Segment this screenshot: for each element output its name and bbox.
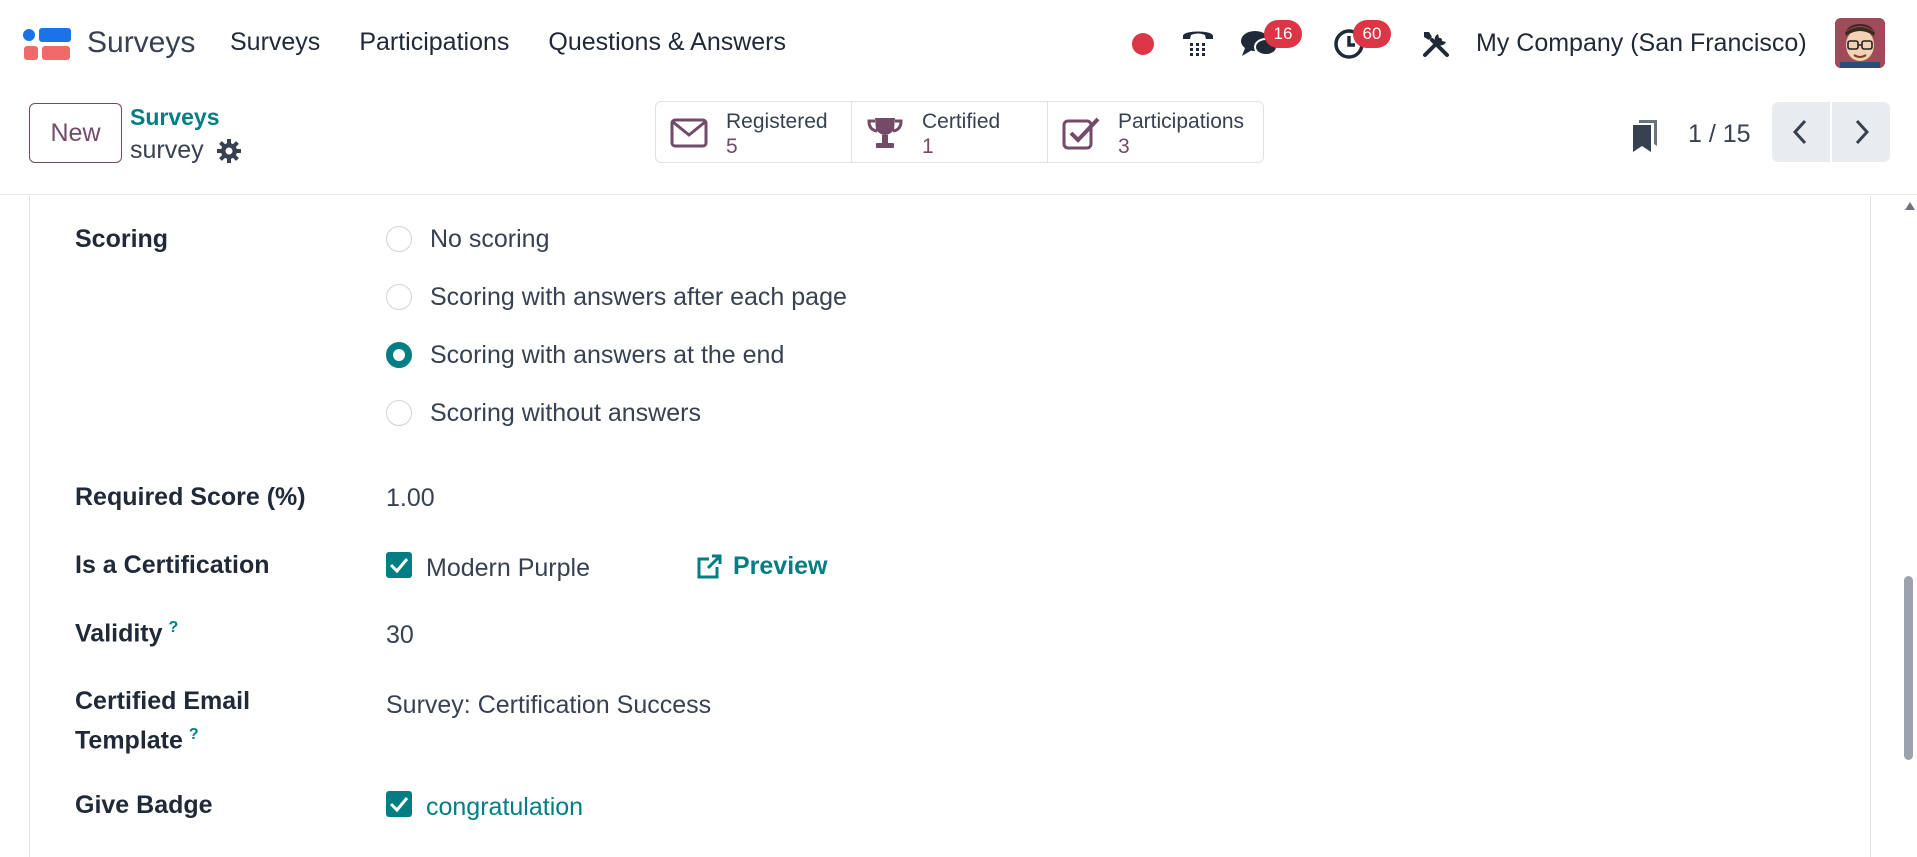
check-square-icon xyxy=(1062,116,1100,150)
bookmark-icon[interactable] xyxy=(1630,118,1660,154)
radio-button-selected[interactable] xyxy=(386,342,412,368)
registered-stat-button[interactable]: Registered 5 xyxy=(656,102,852,162)
company-switcher[interactable]: My Company (San Francisco) xyxy=(1476,29,1807,58)
menu-questions-answers[interactable]: Questions & Answers xyxy=(548,28,786,57)
menu-surveys[interactable]: Surveys xyxy=(230,28,320,57)
control-panel: New Surveys survey Registered 5 Certifie… xyxy=(0,88,1917,195)
settings-tools-icon[interactable] xyxy=(1420,28,1452,60)
top-navbar: Surveys Surveys Participations Questions… xyxy=(0,0,1917,88)
envelope-icon xyxy=(670,116,708,150)
validity-help-tooltip[interactable]: ? xyxy=(169,619,179,636)
scroll-up-arrow-icon[interactable] xyxy=(1905,202,1915,210)
radio-scoring-without-answers[interactable]: Scoring without answers xyxy=(386,398,701,428)
messages-count-badge: 16 xyxy=(1264,20,1302,48)
chevron-right-icon xyxy=(1855,119,1870,145)
gear-icon[interactable] xyxy=(216,138,242,164)
certification-template-field[interactable]: Modern Purple xyxy=(426,554,590,583)
required-score-label: Required Score (%) xyxy=(75,483,306,511)
menu-participations[interactable]: Participations xyxy=(359,28,509,57)
badge-field-link[interactable]: congratulation xyxy=(426,793,583,822)
certified-stat-button[interactable]: Certified 1 xyxy=(852,102,1048,162)
radio-scoring-at-the-end[interactable]: Scoring with answers at the end xyxy=(386,340,784,370)
app-logo-icon[interactable] xyxy=(22,26,74,62)
give-badge-label: Give Badge xyxy=(75,791,213,819)
certified-count: 1 xyxy=(922,135,934,158)
radio-label: Scoring with answers at the end xyxy=(430,340,785,369)
certification-checkbox[interactable] xyxy=(386,552,412,578)
trophy-icon xyxy=(866,116,904,150)
new-button[interactable]: New xyxy=(29,103,122,163)
certified-email-template-field[interactable]: Survey: Certification Success xyxy=(386,691,711,720)
registered-count: 5 xyxy=(726,135,738,158)
certified-label: Certified xyxy=(922,110,1001,133)
certified-email-label-line1: Certified Email xyxy=(75,687,251,715)
checkmark-icon xyxy=(389,797,409,813)
participations-label: Participations xyxy=(1118,110,1245,133)
radio-scoring-after-each-page[interactable]: Scoring with answers after each page xyxy=(386,282,847,312)
radio-label: Scoring without answers xyxy=(430,398,701,427)
radio-label: No scoring xyxy=(430,224,550,253)
certified-email-help-tooltip[interactable]: ? xyxy=(189,726,199,743)
radio-button[interactable] xyxy=(386,284,412,310)
pager-next-button[interactable] xyxy=(1832,102,1890,162)
certification-label: Is a Certification xyxy=(75,551,270,579)
required-score-field[interactable]: 1.00 xyxy=(386,484,435,513)
scoring-label: Scoring xyxy=(75,225,169,253)
phone-icon[interactable] xyxy=(1180,24,1216,60)
activities-count-badge: 60 xyxy=(1353,20,1391,48)
participations-stat-button[interactable]: Participations 3 xyxy=(1048,102,1263,162)
certified-email-label-text: Template xyxy=(75,726,183,755)
main-menu: Surveys Participations Questions & Answe… xyxy=(230,28,825,57)
registered-label: Registered xyxy=(726,110,828,133)
pager-previous-button[interactable] xyxy=(1772,102,1830,162)
radio-no-scoring[interactable]: No scoring xyxy=(386,224,550,254)
validity-label: Validity? xyxy=(75,619,178,648)
scrollbar-thumb[interactable] xyxy=(1904,576,1913,760)
checkmark-icon xyxy=(389,558,409,574)
preview-label: Preview xyxy=(733,552,828,580)
pager-value[interactable]: 1 / 15 xyxy=(1688,120,1751,149)
smart-buttons: Registered 5 Certified 1 Participations … xyxy=(655,101,1264,163)
form-sheet xyxy=(29,196,1871,857)
radio-button[interactable] xyxy=(386,400,412,426)
give-badge-checkbox[interactable] xyxy=(386,791,412,817)
external-link-icon xyxy=(697,554,722,578)
radio-label: Scoring with answers after each page xyxy=(430,282,847,311)
radio-button[interactable] xyxy=(386,226,412,252)
validity-label-text: Validity xyxy=(75,619,163,648)
certified-email-label-line2: Template? xyxy=(75,726,199,755)
validity-field[interactable]: 30 xyxy=(386,621,414,650)
breadcrumb-parent-link[interactable]: Surveys xyxy=(130,104,220,131)
breadcrumb-current: survey xyxy=(130,136,204,164)
recording-indicator-icon[interactable] xyxy=(1132,33,1154,55)
app-name[interactable]: Surveys xyxy=(87,26,195,60)
preview-button[interactable]: Preview xyxy=(695,552,828,581)
participations-count: 3 xyxy=(1118,135,1130,158)
user-avatar[interactable] xyxy=(1835,18,1885,68)
chevron-left-icon xyxy=(1792,119,1807,145)
